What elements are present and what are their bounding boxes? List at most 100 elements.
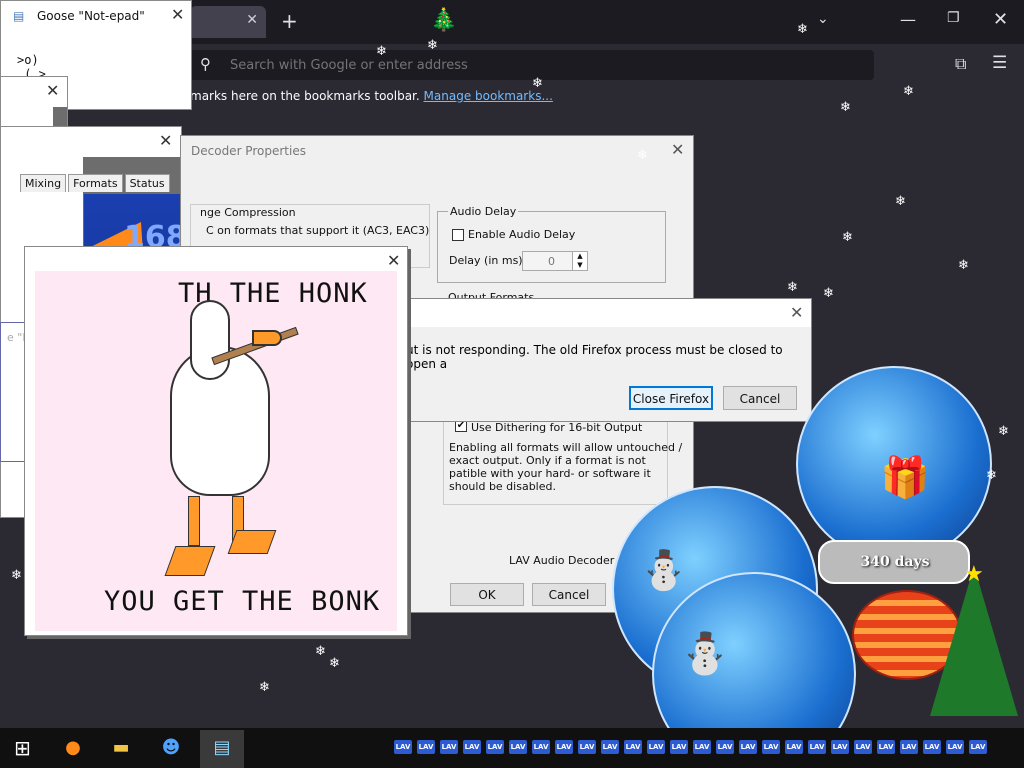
hamburger-menu-icon[interactable]: ☰ <box>992 53 1007 73</box>
audio-delay-group <box>437 211 666 283</box>
spinner-arrows-icon[interactable]: ▲ ▼ <box>572 251 588 271</box>
lav-tray-icon[interactable]: LAV <box>601 740 619 754</box>
snowflake-icon: ❄ <box>895 194 906 209</box>
lav-tray-icon[interactable]: LAV <box>532 740 550 754</box>
lav-tray-icon[interactable]: LAV <box>946 740 964 754</box>
lav-tray-icon[interactable]: LAV <box>463 740 481 754</box>
snowflake-icon: ❄ <box>315 644 326 659</box>
window-close-icon[interactable]: ✕ <box>46 83 59 99</box>
window-close-icon[interactable]: ✕ <box>993 9 1008 30</box>
lav-tray-icon[interactable]: LAV <box>417 740 435 754</box>
delay-ms-label: Delay (in ms): <box>449 254 527 267</box>
lav-tray-icon[interactable]: LAV <box>486 740 504 754</box>
lav-tray-icon[interactable]: LAV <box>509 740 527 754</box>
bookmarks-hint-text: marks here on the bookmarks toolbar. <box>190 89 420 103</box>
system-tray: LAV LAV LAV LAV LAV LAV LAV LAV LAV LAV LAV LAV LAV L… <box>394 738 992 758</box>
file-explorer-icon[interactable]: ▬ <box>108 737 134 758</box>
dialog-close-icon[interactable]: ✕ <box>790 305 803 321</box>
snowflake-icon: ❄ <box>842 230 853 245</box>
snowflake-icon: ❄ <box>903 84 914 99</box>
lav-tray-icon[interactable]: LAV <box>739 740 757 754</box>
lav-title: Decoder Properties <box>191 144 306 158</box>
dialog-header <box>406 299 811 327</box>
lav-tray-icon[interactable]: LAV <box>923 740 941 754</box>
manage-bookmarks-link[interactable]: Manage bookmarks... <box>424 89 553 103</box>
dither-description: Enabling all formats will allow untouche… <box>449 441 682 493</box>
snowflake-icon: ❄ <box>823 286 834 301</box>
windows-start-icon[interactable]: ⊞ <box>14 736 31 760</box>
christmas-tree-cursor-icon: 🎄 <box>430 8 458 33</box>
notepad-icon: ▤ <box>13 9 25 23</box>
lav-tray-icon[interactable]: LAV <box>647 740 665 754</box>
close-firefox-button[interactable]: Close Firefox <box>629 386 713 410</box>
window-close-icon[interactable]: ✕ <box>159 133 172 149</box>
goose-beak <box>252 330 282 346</box>
tab-formats[interactable]: Formats <box>68 174 123 192</box>
compression-group-label: nge Compression <box>200 206 296 219</box>
lav-tray-icon[interactable]: LAV <box>831 740 849 754</box>
snowflake-icon: ❄ <box>532 76 543 91</box>
lav-tray-icon[interactable]: LAV <box>808 740 826 754</box>
notepad-close-icon[interactable]: ✕ <box>171 7 184 23</box>
lav-tray-icon[interactable]: LAV <box>854 740 872 754</box>
lav-tray-icon[interactable]: LAV <box>969 740 987 754</box>
gifts-icon: 🎁 <box>880 455 930 501</box>
snowflake-icon: ❄ <box>787 280 798 295</box>
lav-tray-icon[interactable]: LAV <box>394 740 412 754</box>
lav-cancel-button[interactable]: Cancel <box>532 583 606 606</box>
firefox-tab[interactable]: ✕ <box>190 6 266 38</box>
snowflake-icon: ❄ <box>329 656 340 671</box>
enable-delay-checkbox[interactable] <box>452 229 464 241</box>
ok-button[interactable]: OK <box>450 583 524 606</box>
list-tabs-icon[interactable]: ⌄ <box>817 11 829 27</box>
lav-close-icon[interactable]: ✕ <box>671 142 684 158</box>
snowflake-icon: ❄ <box>986 468 997 483</box>
meme-bottom-text: YOU GET THE BONK <box>104 586 381 617</box>
snowflake-icon: ❄ <box>840 100 851 115</box>
lav-tray-icon[interactable]: LAV <box>716 740 734 754</box>
goose-neck <box>190 300 230 380</box>
enable-delay-label[interactable]: Enable Audio Delay <box>468 228 575 241</box>
lav-tray-icon[interactable]: LAV <box>555 740 573 754</box>
snowflake-icon: ❄ <box>958 258 969 273</box>
compression-checkbox-label[interactable]: C on formats that support it (AC3, EAC3) <box>206 224 429 237</box>
lav-tray-icon[interactable]: LAV <box>440 740 458 754</box>
firefox-taskbar-icon[interactable]: ● <box>60 737 86 758</box>
new-tab-icon[interactable]: + <box>281 9 298 33</box>
snowman-icon: ⛄ <box>640 548 688 592</box>
lav-tray-icon[interactable]: LAV <box>578 740 596 754</box>
snowflake-icon: ❄ <box>637 148 648 163</box>
lav-tray-icon[interactable]: LAV <box>693 740 711 754</box>
notepad-title: Goose "Not-epad" <box>37 9 145 23</box>
notepad-taskbar-icon[interactable]: ▤ <box>200 730 244 768</box>
lav-tray-icon[interactable]: LAV <box>670 740 688 754</box>
delay-ms-input[interactable]: 0 <box>522 251 576 271</box>
dither-checkbox-label[interactable]: Use Dithering for 16-bit Output <box>471 421 642 434</box>
audio-delay-group-label: Audio Delay <box>448 205 519 218</box>
tab-status[interactable]: Status <box>124 174 170 192</box>
firefox-not-responding-dialog: ✕ ut is not responding. The old Firefox … <box>405 298 812 422</box>
lav-tray-icon[interactable]: LAV <box>762 740 780 754</box>
url-input[interactable] <box>230 55 830 75</box>
meme-close-icon[interactable]: ✕ <box>387 253 400 269</box>
extensions-icon[interactable]: ⧉ <box>955 54 966 74</box>
star-icon: ★ <box>964 562 984 587</box>
snowflake-icon: ❄ <box>998 424 1009 439</box>
dialog-cancel-button[interactable]: Cancel <box>723 386 797 410</box>
lav-tray-icon[interactable]: LAV <box>624 740 642 754</box>
restore-icon[interactable]: ❐ <box>947 10 960 26</box>
lav-tray-icon[interactable]: LAV <box>877 740 895 754</box>
lav-tray-icon[interactable]: LAV <box>900 740 918 754</box>
search-icon: ⚲ <box>200 55 211 73</box>
lav-tray-icon[interactable]: LAV <box>785 740 803 754</box>
snowflake-icon: ❄ <box>797 22 808 37</box>
christmas-tree <box>930 566 1018 716</box>
snowflake-icon: ❄ <box>427 38 438 53</box>
tab-mixing[interactable]: Mixing <box>20 174 67 192</box>
not-responding-message: ut is not responding. The old Firefox pr… <box>406 343 783 371</box>
minimize-icon[interactable]: — <box>900 10 916 29</box>
tab-close-icon[interactable]: ✕ <box>246 12 258 28</box>
snowman-icon: ⛄ <box>680 631 730 677</box>
bookmarks-hint: marks here on the bookmarks toolbar. Man… <box>190 89 553 103</box>
people-icon[interactable]: ☻ <box>158 737 184 758</box>
